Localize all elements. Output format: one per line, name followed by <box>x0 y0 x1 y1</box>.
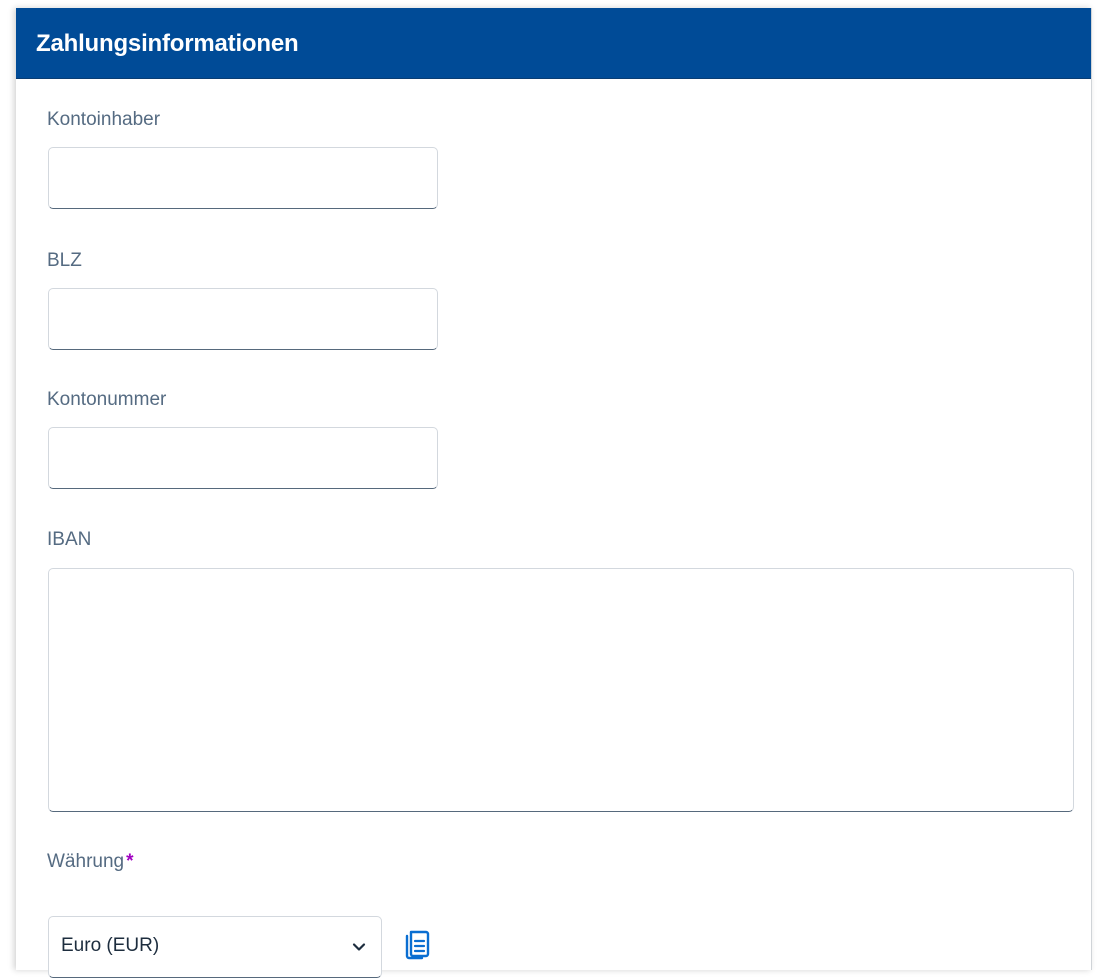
payment-info-panel: Zahlungsinformationen Kontoinhaber BLZ K… <box>16 8 1092 978</box>
account-holder-label: Kontoinhaber <box>47 109 161 130</box>
iban-label: IBAN <box>47 529 92 550</box>
required-marker: * <box>126 851 134 872</box>
bank-code-input[interactable] <box>48 288 438 350</box>
iban-textarea[interactable] <box>48 568 1074 812</box>
chevron-down-icon <box>352 943 366 951</box>
value-help-icon[interactable] <box>402 928 430 960</box>
currency-selected-value: Euro (EUR) <box>61 935 160 956</box>
section-header: Zahlungsinformationen <box>16 8 1091 79</box>
account-holder-input[interactable] <box>48 147 438 209</box>
account-number-input[interactable] <box>48 427 438 489</box>
currency-label: Währung * <box>47 851 134 873</box>
currency-select[interactable]: Euro (EUR) <box>48 916 382 978</box>
currency-label-text: Währung <box>47 851 125 872</box>
section-title: Zahlungsinformationen <box>36 30 299 57</box>
account-number-label: Kontonummer <box>47 389 167 410</box>
bank-code-label: BLZ <box>47 250 82 271</box>
